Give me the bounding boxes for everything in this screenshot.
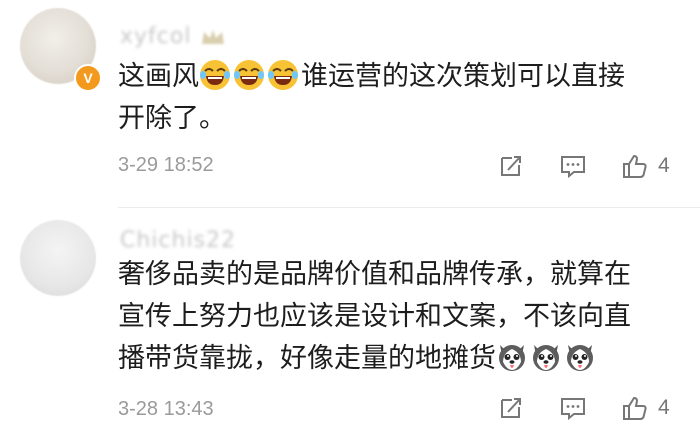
- like-icon[interactable]: [622, 395, 648, 421]
- comment-icon[interactable]: [560, 395, 586, 421]
- comment-text-part: 奢侈品卖的是品牌价值和品牌传承，就算在: [118, 259, 631, 290]
- comment-text: 这画风 谁运营的这次策划可以直接 开除了。: [118, 56, 678, 140]
- comment-text-part: 开除了。: [118, 103, 226, 134]
- crown-icon: [202, 30, 224, 44]
- avatar[interactable]: [20, 220, 96, 296]
- timestamp: 3-28 13:43: [118, 398, 214, 420]
- username[interactable]: xyfcol: [120, 24, 191, 49]
- like-count: 4: [658, 154, 670, 177]
- laughing-crying-emoji-icon: [267, 59, 299, 91]
- comment-text-part: 播带货靠拢，好像走量的地摊货: [118, 343, 496, 374]
- share-icon[interactable]: [498, 153, 524, 179]
- like-count: 4: [658, 396, 670, 419]
- comment-text-part: 谁运营的这次策划可以直接: [301, 61, 625, 92]
- timestamp: 3-29 18:52: [118, 154, 214, 176]
- verified-badge-icon: V: [74, 64, 102, 92]
- husky-dog-emoji-icon: [564, 341, 596, 373]
- share-icon[interactable]: [498, 395, 524, 421]
- comment-text-part: 宣传上努力也应该是设计和文案，不该向直: [118, 301, 631, 332]
- laughing-crying-emoji-icon: [233, 59, 265, 91]
- username[interactable]: Chichis22: [120, 228, 236, 253]
- like-icon[interactable]: [622, 153, 648, 179]
- husky-dog-emoji-icon: [530, 341, 562, 373]
- laughing-crying-emoji-icon: [199, 59, 231, 91]
- comment-item: Chichis22 奢侈品卖的是品牌价值和品牌传承，就算在 宣传上努力也应该是设…: [0, 208, 700, 428]
- husky-dog-emoji-icon: [496, 341, 528, 373]
- comment-text-part: 这画风: [118, 61, 199, 92]
- comment-item: V xyfcol 这画风 谁运营的这次策划可以直接 开除了。 3-29 18:52…: [0, 0, 700, 208]
- comment-icon[interactable]: [560, 153, 586, 179]
- comment-text: 奢侈品卖的是品牌价值和品牌传承，就算在 宣传上努力也应该是设计和文案，不该向直 …: [118, 254, 678, 380]
